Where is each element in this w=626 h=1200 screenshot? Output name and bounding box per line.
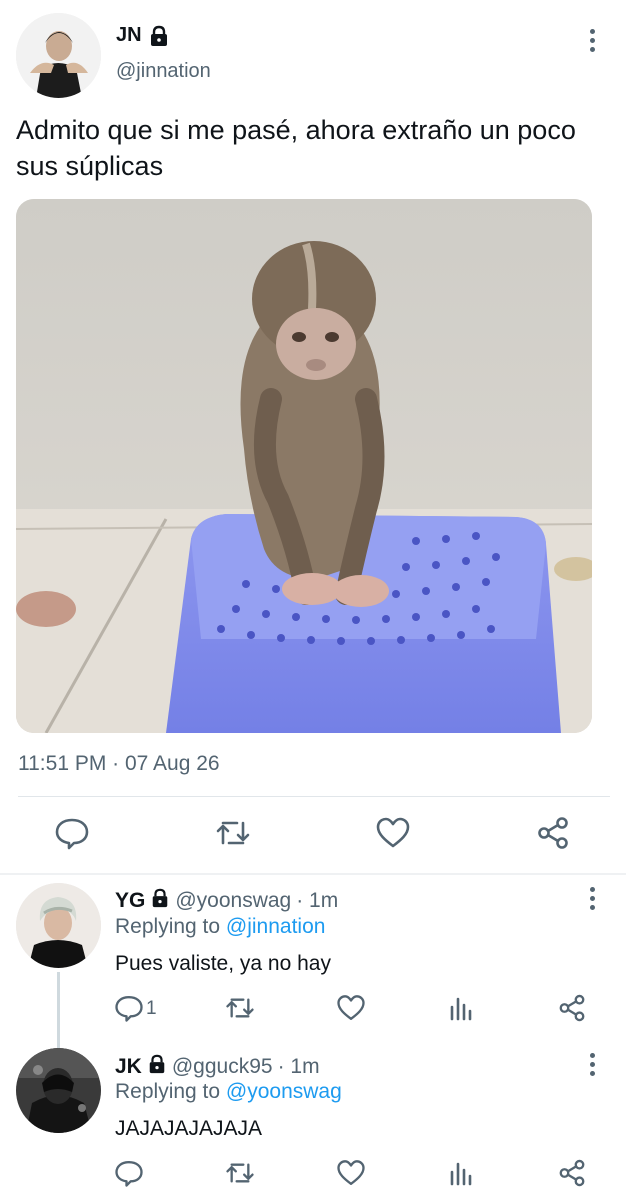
reply-text: Pues valiste, ya no hay xyxy=(115,952,331,975)
replying-label: Replying to xyxy=(115,1080,221,1103)
author-handle[interactable]: @yoonswag xyxy=(175,889,291,913)
reply-header: YG @yoonswag · 1m xyxy=(115,888,338,914)
replying-to: Replying to @yoonswag xyxy=(115,1080,342,1104)
reply-header: JK @gguck95 · 1m xyxy=(115,1054,320,1080)
divider xyxy=(18,796,610,797)
tweet-text: Admito que si me pasé, ahora extraño un … xyxy=(16,115,576,181)
retweet-icon[interactable] xyxy=(225,1158,255,1188)
replying-to: Replying to @jinnation xyxy=(115,915,325,939)
avatar[interactable] xyxy=(16,13,101,98)
tweet-media[interactable] xyxy=(16,199,592,733)
more-vertical-icon[interactable] xyxy=(582,25,602,55)
reply-time: · 1m xyxy=(277,1055,320,1078)
reply-count: 1 xyxy=(146,998,157,1019)
lock-icon xyxy=(148,25,170,47)
reply-time: · 1m xyxy=(296,889,339,912)
avatar[interactable] xyxy=(16,1048,101,1133)
author-display-name[interactable]: JN xyxy=(116,24,142,47)
replying-mention[interactable]: @jinnation xyxy=(226,915,326,938)
author-handle[interactable]: @gguck95 xyxy=(172,1055,273,1079)
main-tweet: JN @jinnation Admito que si me pasé, aho… xyxy=(0,0,626,874)
author-display-name[interactable]: JK xyxy=(115,1055,142,1079)
divider xyxy=(0,873,626,875)
reply-icon[interactable] xyxy=(54,815,90,851)
more-vertical-icon[interactable] xyxy=(582,1049,602,1079)
author-handle[interactable]: @jinnation xyxy=(116,60,211,83)
author-display-name[interactable]: YG xyxy=(115,889,145,913)
lock-icon xyxy=(150,888,170,914)
heart-icon[interactable] xyxy=(336,993,366,1023)
more-vertical-icon[interactable] xyxy=(582,883,602,913)
share-icon[interactable] xyxy=(535,815,571,851)
author-name-row: JN xyxy=(116,24,170,47)
reply-icon[interactable] xyxy=(114,1158,144,1188)
retweet-icon[interactable] xyxy=(215,815,251,851)
replying-mention[interactable]: @yoonswag xyxy=(226,1080,342,1103)
replying-label: Replying to xyxy=(115,915,221,938)
reply-tweet: YG @yoonswag · 1m Replying to @jinnation… xyxy=(0,876,626,1048)
thread-line xyxy=(57,972,60,1048)
heart-icon[interactable] xyxy=(375,815,411,851)
avatar[interactable] xyxy=(16,883,101,968)
heart-icon[interactable] xyxy=(336,1158,366,1188)
share-icon[interactable] xyxy=(557,993,587,1023)
reply-tweet: JK @gguck95 · 1m Replying to @yoonswag J… xyxy=(0,1042,626,1200)
analytics-icon[interactable] xyxy=(447,1158,477,1188)
analytics-icon[interactable] xyxy=(447,993,477,1023)
reply-icon[interactable] xyxy=(114,993,144,1023)
share-icon[interactable] xyxy=(557,1158,587,1188)
lock-icon xyxy=(147,1054,167,1080)
tweet-timestamp[interactable]: 11:51 PM · 07 Aug 26 xyxy=(18,752,220,776)
retweet-icon[interactable] xyxy=(225,993,255,1023)
reply-text: JAJAJAJAJAJA xyxy=(115,1117,263,1140)
